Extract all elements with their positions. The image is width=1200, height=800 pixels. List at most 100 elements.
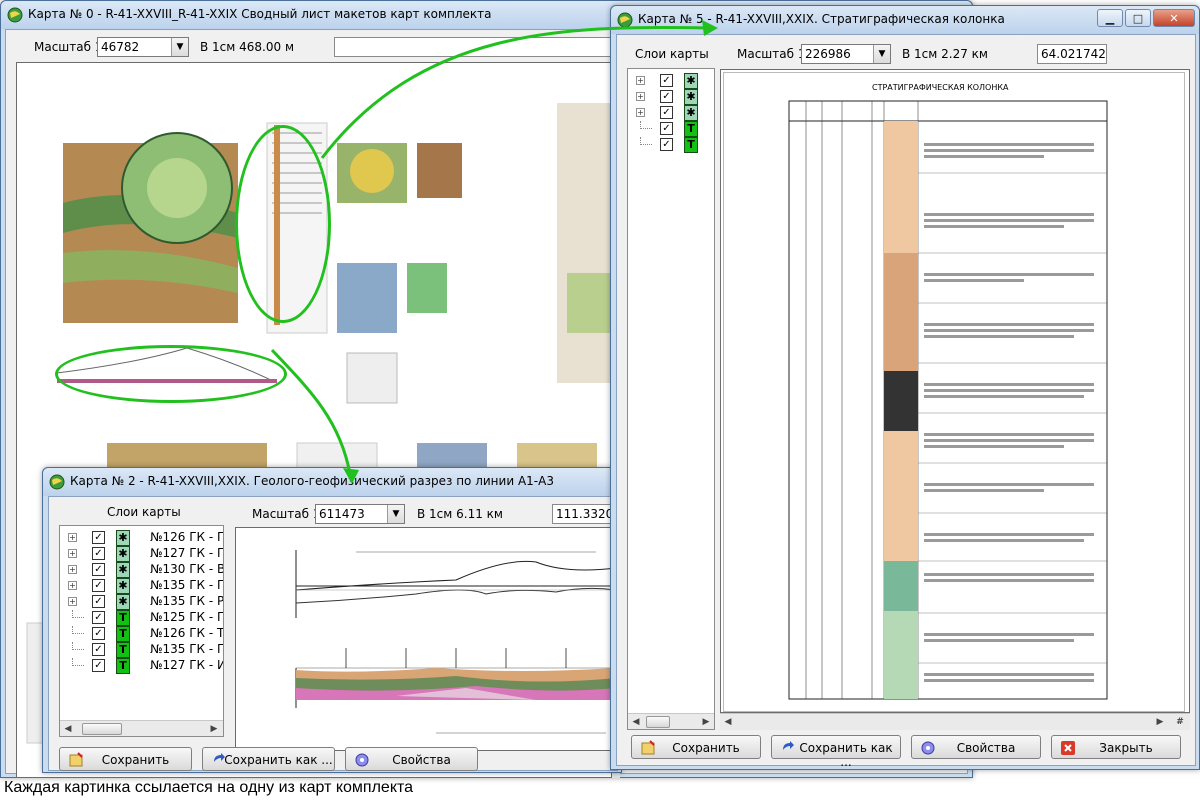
layer-visibility-checkbox[interactable]: ✓ bbox=[92, 595, 105, 608]
layer-visibility-checkbox[interactable]: ✓ bbox=[92, 643, 105, 656]
properties-button[interactable]: Свойства bbox=[345, 747, 478, 771]
window-map-2[interactable]: Карта № 2 - R-41-XXVIII,XXIX. Геолого-ге… bbox=[42, 467, 622, 773]
layer-visibility-checkbox[interactable]: ✓ bbox=[92, 659, 105, 672]
expand-icon[interactable]: + bbox=[636, 92, 645, 101]
window-map-5-client: Слои карты + ✓ ✱ + ✓ ✱ + ✓ ✱ ✓ T ✓ T ◀ ▶ Масштаб 1: … bbox=[616, 34, 1196, 769]
layer-visibility-checkbox[interactable]: ✓ bbox=[660, 138, 673, 151]
tree-connector bbox=[640, 137, 652, 145]
save-as-label: Сохранить как ... bbox=[799, 741, 893, 769]
geology-layer-icon: ✱ bbox=[116, 594, 130, 610]
layer-visibility-checkbox[interactable]: ✓ bbox=[660, 90, 673, 103]
geology-layer-icon: ✱ bbox=[116, 562, 130, 578]
scale-combobox[interactable]: 46782 ▼ bbox=[97, 37, 189, 57]
scale-label: Масштаб 1: bbox=[34, 40, 107, 54]
expand-icon[interactable]: + bbox=[636, 108, 645, 117]
layer-label: №126 ГК - Ге bbox=[150, 530, 224, 544]
save-as-button[interactable]: Сохранить как ... bbox=[771, 735, 901, 769]
chevron-down-icon[interactable]: ▼ bbox=[387, 505, 404, 523]
save-as-label: Сохранить как ... bbox=[224, 753, 333, 767]
window-controls: ▁ □ ✕ bbox=[1097, 9, 1195, 29]
scale-label: Масштаб 1: bbox=[252, 507, 325, 521]
text-layer-icon: T bbox=[684, 121, 698, 137]
minimize-icon[interactable]: ▁ bbox=[1097, 9, 1123, 27]
close-icon[interactable]: ✕ bbox=[1153, 9, 1195, 27]
scroll-right-icon[interactable]: ▶ bbox=[206, 721, 222, 736]
geophysical-section-drawing bbox=[295, 550, 617, 734]
scroll-right-icon[interactable]: ▶ bbox=[698, 714, 714, 729]
scroll-left-icon[interactable]: ◀ bbox=[60, 721, 76, 736]
strat-horizontal-scrollbar[interactable]: ◀ ▶ # bbox=[720, 713, 1190, 730]
strat-page: СТРАТИГРАФИЧЕСКАЯ КОЛОНКА bbox=[723, 72, 1185, 712]
coordinate-field: 64.021742 : - bbox=[1037, 44, 1107, 64]
layer-label: №135 ГК - По bbox=[150, 642, 223, 656]
save-button[interactable]: Сохранить bbox=[631, 735, 761, 759]
map-app-icon bbox=[617, 12, 633, 28]
properties-button[interactable]: Свойства bbox=[911, 735, 1041, 759]
tree-connector bbox=[72, 626, 84, 634]
close-button[interactable]: Закрыть bbox=[1051, 735, 1181, 759]
text-layer-icon: T bbox=[116, 658, 130, 674]
geology-layer-icon: ✱ bbox=[116, 578, 130, 594]
layer-label: №127 ГК - Ин bbox=[150, 658, 223, 672]
layers-panel-title: Слои карты bbox=[107, 505, 181, 519]
coordinate-field bbox=[334, 37, 624, 57]
properties-label: Свойства bbox=[956, 741, 1016, 755]
scroll-right-icon[interactable]: ▶ bbox=[1152, 714, 1168, 730]
scale-label: Масштаб 1: bbox=[737, 47, 810, 61]
expand-icon[interactable]: + bbox=[68, 581, 77, 590]
layer-label: №125 ГК - По bbox=[150, 610, 223, 624]
scale-combobox[interactable]: 226986 ▼ bbox=[801, 44, 891, 64]
save-button[interactable]: Сохранить bbox=[59, 747, 192, 771]
maximize-icon[interactable]: □ bbox=[1125, 9, 1151, 27]
save-label: Сохранить bbox=[672, 741, 740, 755]
layer-visibility-checkbox[interactable]: ✓ bbox=[92, 579, 105, 592]
layer-visibility-checkbox[interactable]: ✓ bbox=[660, 122, 673, 135]
layers-tree[interactable]: + ✓ ✱ №126 ГК - Ге + ✓ ✱ №127 ГК - Ге + ✓ ✱ №130 ГК… bbox=[59, 525, 224, 737]
scroll-left-icon[interactable]: ◀ bbox=[720, 714, 736, 730]
layer-visibility-checkbox[interactable]: ✓ bbox=[92, 531, 105, 544]
section-canvas[interactable] bbox=[235, 527, 619, 751]
text-layer-icon: T bbox=[116, 626, 130, 642]
layers-panel-title: Слои карты bbox=[635, 47, 709, 61]
scale-value: 46782 bbox=[101, 40, 140, 54]
window-map-5-titlebar[interactable]: Карта № 5 - R-41-XXVIII,XXIX. Стратиграф… bbox=[611, 6, 1199, 34]
layers-tree[interactable]: + ✓ ✱ + ✓ ✱ + ✓ ✱ ✓ T ✓ T ◀ ▶ bbox=[627, 68, 715, 730]
layer-visibility-checkbox[interactable]: ✓ bbox=[92, 563, 105, 576]
expand-icon[interactable]: + bbox=[636, 76, 645, 85]
layers-horizontal-scrollbar[interactable]: ◀ ▶ bbox=[628, 713, 714, 729]
text-layer-icon: T bbox=[116, 642, 130, 658]
layers-horizontal-scrollbar[interactable]: ◀ ▶ bbox=[60, 720, 223, 736]
map-app-icon bbox=[7, 7, 23, 23]
layer-visibility-checkbox[interactable]: ✓ bbox=[92, 627, 105, 640]
coordinate-field: 111.332076 bbox=[552, 504, 619, 524]
expand-icon[interactable]: + bbox=[68, 549, 77, 558]
chevron-down-icon[interactable]: ▼ bbox=[171, 38, 188, 56]
scroll-end-marker[interactable]: # bbox=[1172, 714, 1188, 730]
expand-icon[interactable]: + bbox=[68, 565, 77, 574]
expand-icon[interactable]: + bbox=[68, 533, 77, 542]
window-map-2-titlebar[interactable]: Карта № 2 - R-41-XXVIII,XXIX. Геолого-ге… bbox=[43, 468, 621, 496]
layer-visibility-checkbox[interactable]: ✓ bbox=[92, 547, 105, 560]
chevron-down-icon[interactable]: ▼ bbox=[873, 45, 890, 63]
layer-label: №126 ГК - То bbox=[150, 626, 224, 640]
strat-canvas[interactable]: СТРАТИГРАФИЧЕСКАЯ КОЛОНКА bbox=[720, 69, 1190, 713]
scrollbar-thumb[interactable] bbox=[646, 716, 670, 728]
scale-text: В 1см 468.00 м bbox=[200, 40, 295, 54]
window-map-5[interactable]: Карта № 5 - R-41-XXVIII,XXIX. Стратиграф… bbox=[610, 5, 1200, 770]
scale-combobox[interactable]: 611473 ▼ bbox=[315, 504, 405, 524]
scroll-left-icon[interactable]: ◀ bbox=[628, 714, 644, 729]
expand-icon[interactable]: + bbox=[68, 597, 77, 606]
layer-visibility-checkbox[interactable]: ✓ bbox=[92, 611, 105, 624]
layer-label: №135 ГК - Ра bbox=[150, 594, 224, 608]
save-as-button[interactable]: Сохранить как ... bbox=[202, 747, 335, 771]
window-title: Карта № 2 - R-41-XXVIII,XXIX. Геолого-ге… bbox=[70, 474, 554, 488]
layer-visibility-checkbox[interactable]: ✓ bbox=[660, 106, 673, 119]
scale-value: 611473 bbox=[319, 507, 365, 521]
tree-connector bbox=[72, 642, 84, 650]
layer-visibility-checkbox[interactable]: ✓ bbox=[660, 74, 673, 87]
tree-connector bbox=[72, 658, 84, 666]
layer-label: №130 ГК - Вн bbox=[150, 562, 223, 576]
scale-text: В 1см 2.27 км bbox=[902, 47, 988, 61]
scrollbar-thumb[interactable] bbox=[82, 723, 122, 735]
caption: Каждая картинка ссылается на одну из кар… bbox=[4, 779, 414, 796]
